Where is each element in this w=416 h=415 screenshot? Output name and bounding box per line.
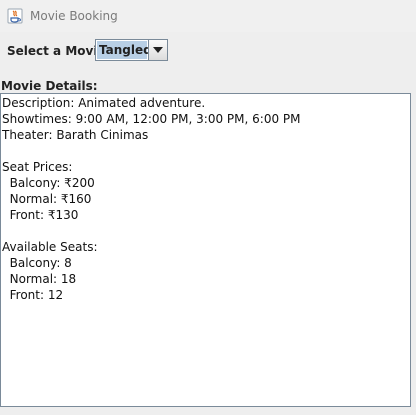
movie-select-dropdown[interactable]: Tangled xyxy=(95,39,168,61)
movie-select-value[interactable]: Tangled xyxy=(97,41,152,59)
movie-booking-window: Movie Booking Select a Movie: Tangled Mo… xyxy=(0,0,416,415)
movie-select-row: Select a Movie: Tangled xyxy=(7,39,168,62)
movie-details-label: Movie Details: xyxy=(1,79,98,93)
window-title: Movie Booking xyxy=(30,9,118,23)
movie-details-text: Description: Animated adventure. Showtim… xyxy=(2,96,301,302)
chevron-down-icon xyxy=(153,47,163,53)
java-icon xyxy=(7,8,23,24)
dropdown-button[interactable] xyxy=(148,40,167,60)
title-bar[interactable]: Movie Booking xyxy=(0,0,416,32)
movie-details-textarea[interactable]: Description: Animated adventure. Showtim… xyxy=(0,93,411,407)
